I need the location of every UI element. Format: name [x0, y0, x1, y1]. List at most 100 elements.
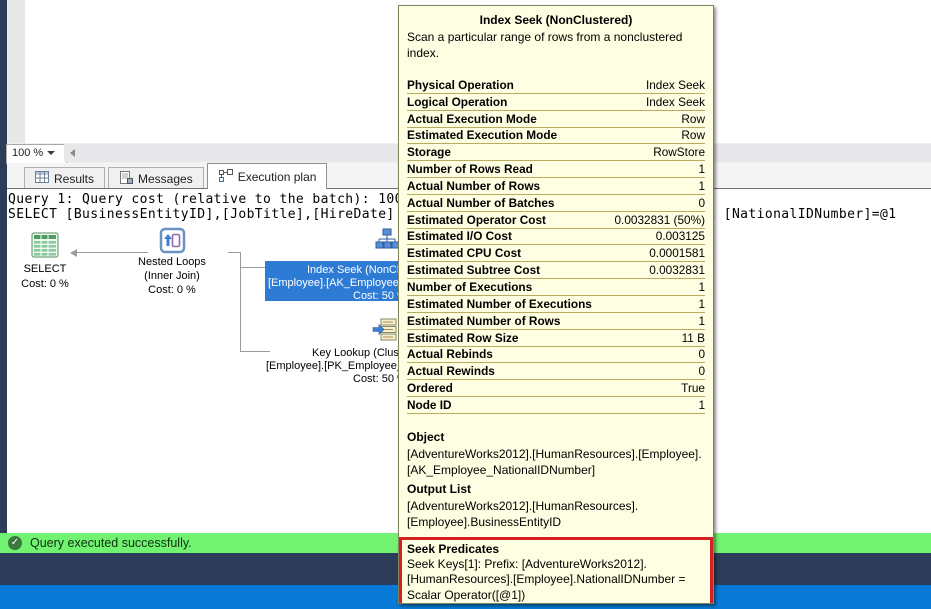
success-check-icon: ✓	[8, 536, 22, 550]
plan-connector	[240, 351, 270, 352]
tooltip-property-row: Estimated I/O Cost 0.003125	[407, 229, 705, 246]
tab-execution-plan[interactable]: Execution plan	[207, 163, 328, 189]
property-label: Estimated Number of Rows	[407, 314, 560, 328]
property-label: Actual Rewinds	[407, 364, 495, 378]
property-label: Ordered	[407, 381, 453, 395]
property-value: 11 B	[682, 331, 705, 345]
section-heading: Object	[407, 429, 705, 446]
property-value: Index Seek	[646, 78, 705, 92]
property-label: Actual Number of Batches	[407, 196, 555, 210]
property-value: 0.0032831	[649, 263, 705, 277]
query-status-message: Query executed successfully.	[30, 536, 192, 550]
plan-connector	[228, 252, 240, 253]
tooltip-property-row: Number of Executions 1	[407, 279, 705, 296]
editor-gutter	[7, 0, 25, 143]
tooltip-property-row: Estimated Subtree Cost 0.0032831	[407, 262, 705, 279]
nested-loops-label[interactable]: Nested Loops	[112, 256, 232, 269]
tab-results-label: Results	[54, 172, 94, 186]
tooltip-section-object: Object [AdventureWorks2012].[HumanResour…	[407, 429, 705, 479]
plan-connector	[77, 252, 148, 253]
ssms-window: 100 % Results Messages Execution plan Qu…	[0, 0, 931, 609]
tooltip-description: Scan a particular range of rows from a n…	[407, 30, 705, 61]
property-label: Estimated CPU Cost	[407, 246, 521, 260]
index-seek-node-icon[interactable]	[374, 227, 400, 258]
property-label: Estimated Execution Mode	[407, 128, 557, 142]
property-label: Actual Rebinds	[407, 347, 493, 361]
tooltip-property-table: Physical Operation Index Seek Logical Op…	[407, 77, 705, 414]
nested-loops-node-icon[interactable]	[159, 227, 186, 259]
property-value: 1	[698, 398, 705, 412]
property-value: Row	[681, 112, 705, 126]
property-label: Actual Execution Mode	[407, 112, 537, 126]
messages-document-icon	[119, 171, 133, 187]
select-node-icon[interactable]	[30, 231, 60, 264]
property-label: Node ID	[407, 398, 452, 412]
property-label: Actual Number of Rows	[407, 179, 540, 193]
tooltip-title: Index Seek (NonClustered)	[407, 11, 705, 29]
scroll-left-icon[interactable]	[70, 149, 75, 157]
plan-arrowhead	[70, 249, 77, 257]
select-node-cost: Cost: 0 %	[5, 278, 85, 291]
chevron-down-icon[interactable]	[47, 151, 55, 155]
section-line: Seek Keys[1]: Prefix: [AdventureWorks201…	[407, 557, 705, 573]
property-label: Number of Rows Read	[407, 162, 533, 176]
tab-results[interactable]: Results	[24, 167, 105, 189]
property-label: Storage	[407, 145, 451, 159]
operator-tooltip: Index Seek (NonClustered) Scan a particu…	[398, 5, 714, 604]
tooltip-property-row: Physical Operation Index Seek	[407, 77, 705, 94]
property-label: Estimated Subtree Cost	[407, 263, 540, 277]
property-value: Row	[681, 128, 705, 142]
query-cost-header: Query 1: Query cost (relative to the bat…	[8, 192, 411, 207]
tooltip-section-seek-predicates-highlighted: Seek Predicates Seek Keys[1]: Prefix: [A…	[399, 537, 713, 605]
property-value: Index Seek	[646, 95, 705, 109]
tab-messages[interactable]: Messages	[108, 167, 204, 189]
tooltip-property-row: Node ID 1	[407, 397, 705, 414]
zoom-level-dropdown[interactable]: 100 %	[6, 144, 67, 164]
section-line: [AK_Employee_NationalIDNumber]	[407, 462, 705, 478]
tooltip-property-row: Estimated Number of Rows 1	[407, 313, 705, 330]
section-line: [AdventureWorks2012].[HumanResources].[E…	[407, 446, 705, 462]
execution-plan-icon	[218, 169, 233, 185]
tooltip-property-row: Logical Operation Index Seek	[407, 94, 705, 111]
section-heading: Seek Predicates	[407, 541, 705, 557]
tooltip-property-row: Estimated Execution Mode Row	[407, 128, 705, 145]
property-label: Estimated Number of Executions	[407, 297, 592, 311]
select-node-label[interactable]: SELECT	[5, 263, 85, 276]
property-value: 1	[698, 297, 705, 311]
key-lookup-node-icon[interactable]	[372, 317, 398, 348]
tooltip-property-row: Number of Rows Read 1	[407, 161, 705, 178]
tooltip-property-row: Actual Number of Batches 0	[407, 195, 705, 212]
section-line: [Employee].BusinessEntityID	[407, 514, 705, 530]
nested-loops-cost: Cost: 0 %	[112, 284, 232, 297]
property-value: 0	[698, 196, 705, 210]
property-value: 1	[698, 280, 705, 294]
property-value: 0.003125	[656, 229, 705, 243]
property-label: Estimated Row Size	[407, 331, 518, 345]
tooltip-property-row: Actual Execution Mode Row	[407, 111, 705, 128]
property-label: Logical Operation	[407, 95, 507, 109]
nested-loops-detail: (Inner Join)	[112, 270, 232, 283]
property-label: Physical Operation	[407, 78, 514, 92]
section-line: [AdventureWorks2012].[HumanResources].	[407, 498, 705, 514]
tab-messages-label: Messages	[138, 172, 193, 186]
property-value: 0	[698, 347, 705, 361]
tooltip-property-row: Estimated Number of Executions 1	[407, 296, 705, 313]
section-line: [HumanResources].[Employee].NationalIDNu…	[407, 572, 705, 588]
property-value: 1	[698, 314, 705, 328]
property-value: RowStore	[653, 145, 705, 159]
property-value: True	[681, 381, 705, 395]
tooltip-property-row: Estimated Operator Cost 0.0032831 (50%)	[407, 212, 705, 229]
property-value: 1	[698, 162, 705, 176]
plan-connector	[240, 267, 265, 268]
tab-execution-plan-label: Execution plan	[238, 170, 317, 184]
tooltip-property-row: Estimated CPU Cost 0.0001581	[407, 245, 705, 262]
tooltip-property-row: Ordered True	[407, 380, 705, 397]
property-label: Number of Executions	[407, 280, 532, 294]
property-value: 1	[698, 179, 705, 193]
tooltip-property-row: Actual Rewinds 0	[407, 363, 705, 380]
tooltip-property-row: Estimated Row Size 11 B	[407, 330, 705, 347]
tooltip-property-row: Storage RowStore	[407, 144, 705, 161]
property-value: 0	[698, 364, 705, 378]
section-heading: Output List	[407, 481, 705, 498]
window-left-edge	[0, 0, 7, 553]
